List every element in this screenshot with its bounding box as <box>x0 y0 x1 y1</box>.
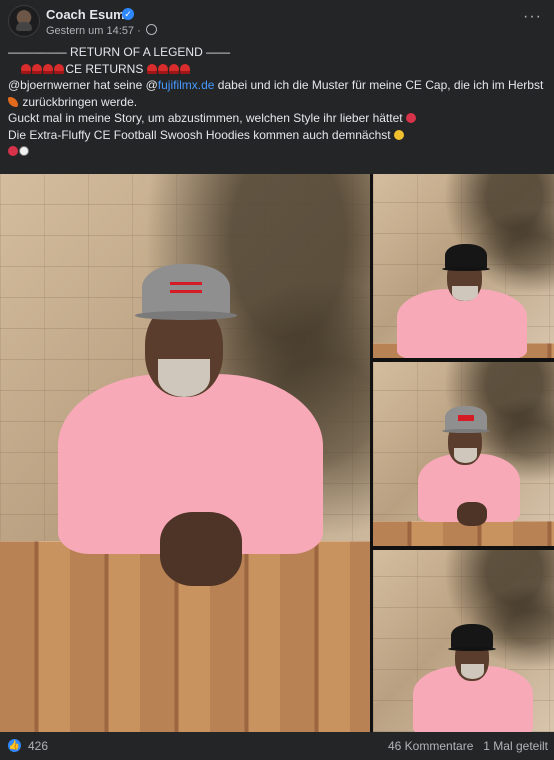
kiss-icon <box>405 113 416 123</box>
likes-count[interactable]: 426 <box>28 739 48 753</box>
photo-middle-right[interactable] <box>373 362 554 546</box>
siren-icon <box>32 63 43 74</box>
siren-icon <box>146 63 157 74</box>
post-text: —––––––– RETURN OF A LEGEND —— CE RETURN… <box>8 44 548 160</box>
author-avatar[interactable] <box>8 5 40 37</box>
photo-top-right[interactable] <box>373 174 554 358</box>
siren-icon <box>157 63 168 74</box>
person-bottom-right <box>413 624 533 732</box>
author-name[interactable]: Coach Esume <box>46 7 132 22</box>
gray-beard <box>461 664 484 679</box>
shares-count[interactable]: 1 Mal geteilt <box>483 739 548 753</box>
siren-icon <box>21 63 32 74</box>
gray-beard <box>158 359 210 397</box>
ce-logo-icon <box>458 414 474 421</box>
black-cap <box>445 244 487 269</box>
post-title: —––––––– RETURN OF A LEGEND —— <box>8 45 231 59</box>
post-subtitle: CE RETURNS <box>8 61 548 78</box>
more-options-button[interactable]: ··· <box>523 8 542 26</box>
photo-bottom-right[interactable] <box>373 550 554 732</box>
siren-icon <box>168 63 179 74</box>
person-main <box>42 264 342 594</box>
photo-grid <box>0 174 554 732</box>
like-icon[interactable]: 👍 <box>8 739 21 752</box>
comments-count[interactable]: 46 Kommentare <box>388 739 473 753</box>
post-line-2: zurückbringen werde. <box>8 94 548 111</box>
post-line-3: Guckt mal in meine Story, um abzustimmen… <box>8 110 548 127</box>
leaf-icon <box>8 96 18 107</box>
main-photo[interactable] <box>0 174 370 732</box>
siren-icon <box>43 63 54 74</box>
lips-icon <box>8 146 18 156</box>
gray-beard <box>454 448 477 463</box>
gray-cap <box>445 406 487 431</box>
siren-icon <box>54 63 65 74</box>
clasped-hands <box>160 512 242 586</box>
verified-icon: ✓ <box>122 8 134 20</box>
siren-icon <box>179 63 190 74</box>
post-line-4: Die Extra-Fluffy CE Football Swoosh Hood… <box>8 127 548 144</box>
gray-beard <box>452 286 478 301</box>
eye-icon <box>19 146 29 156</box>
clasped-hands <box>457 502 487 526</box>
post-timestamp[interactable]: Gestern um 14:57 · <box>46 24 157 37</box>
gray-cap <box>142 264 230 316</box>
smile-icon <box>393 129 404 140</box>
facebook-post: Coach Esume ✓ Gestern um 14:57 · ··· —––… <box>0 0 554 760</box>
post-line-5 <box>8 143 548 160</box>
black-cap <box>451 624 493 649</box>
ce-logo-icon <box>170 281 202 294</box>
post-footer: 👍 426 46 Kommentare 1 Mal geteilt <box>0 732 554 760</box>
globe-icon <box>145 24 157 35</box>
person-middle-right <box>415 406 525 536</box>
mention-link[interactable]: fujifilmx.de <box>158 78 215 92</box>
post-line-1: @bjoernwerner hat seine @fujifilmx.de da… <box>8 78 544 92</box>
post-header: Coach Esume ✓ Gestern um 14:57 · ··· <box>0 0 554 42</box>
person-top-right <box>397 244 527 358</box>
